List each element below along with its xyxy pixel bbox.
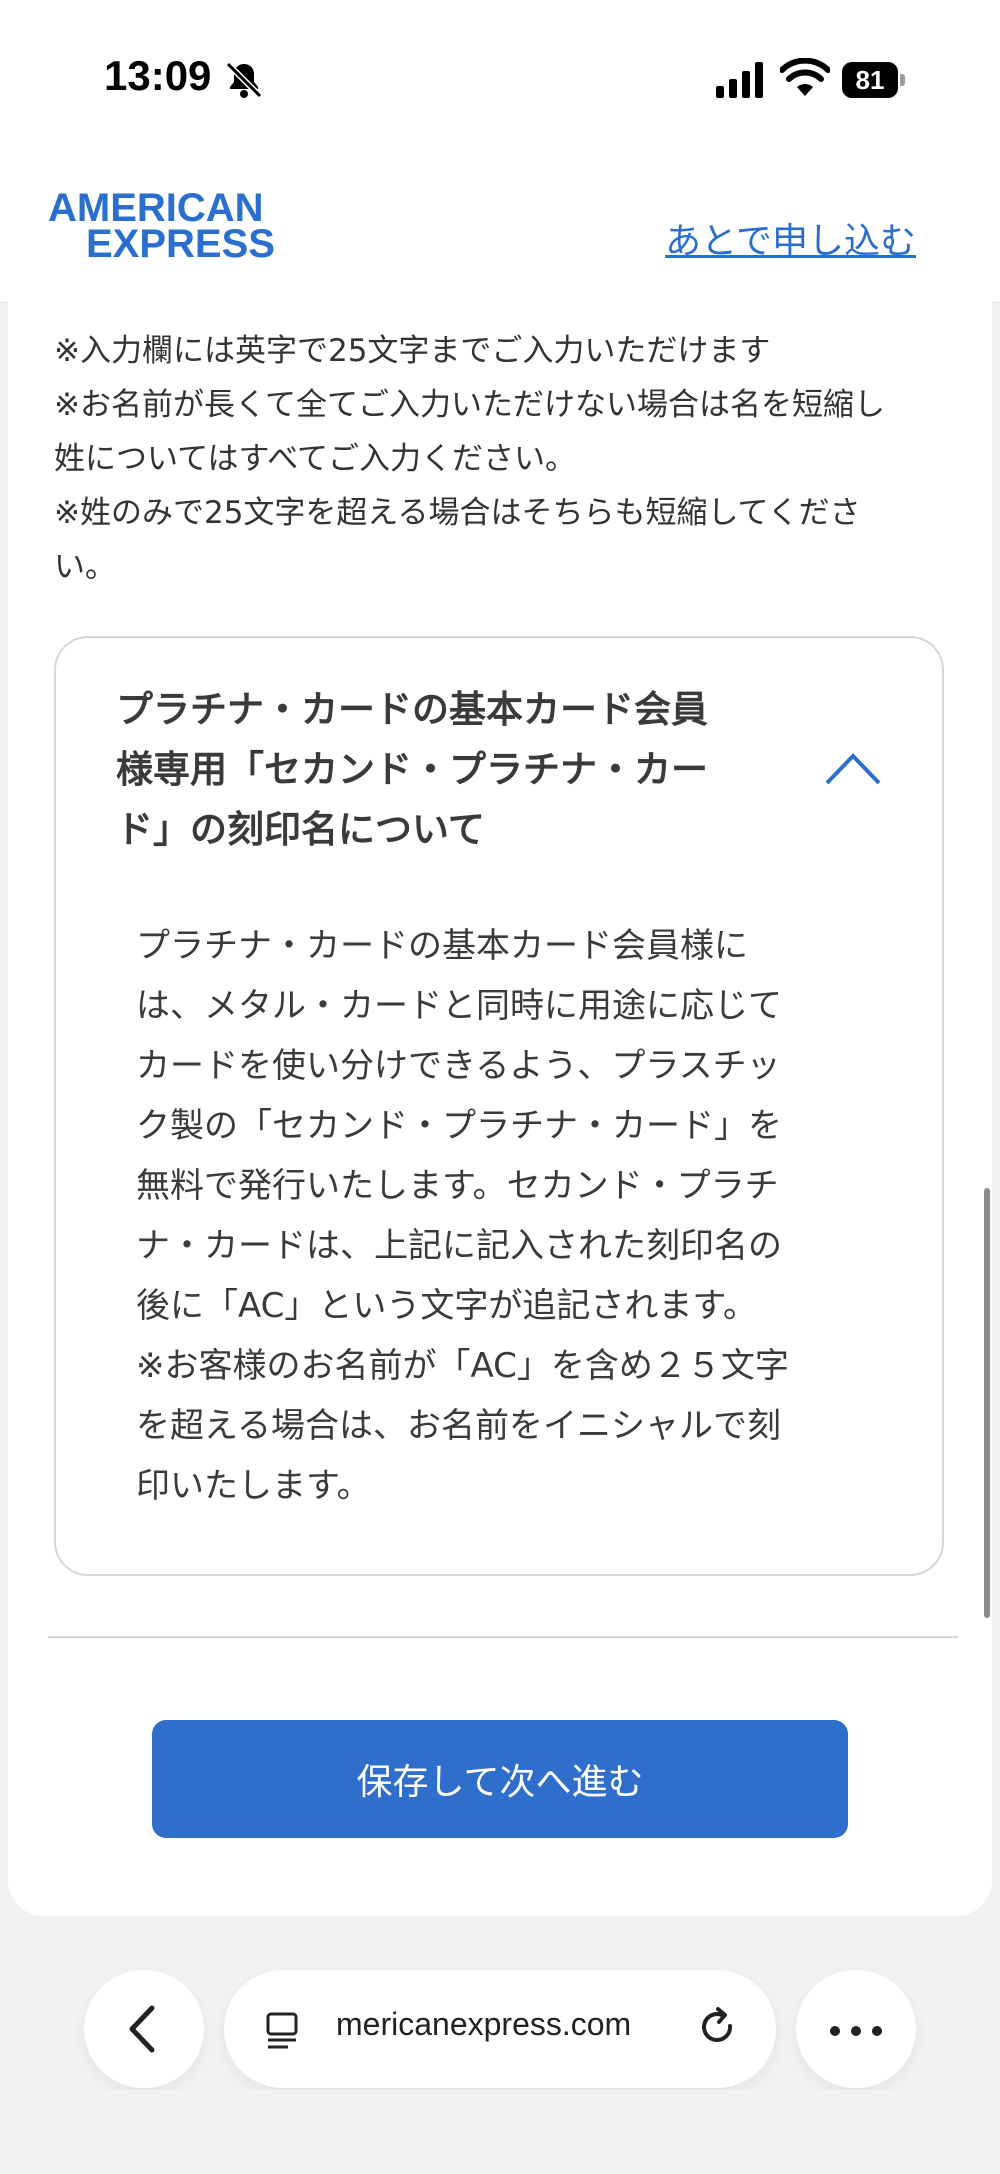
accordion-body-line: プラチナ・カードの基本カード会員様に xyxy=(136,926,748,966)
content-panel: ※入力欄には英字で25文字までご入力いただけます ※お名前が長くて全てご入力いた… xyxy=(8,302,992,1916)
address-bar[interactable]: mericanexpress.com xyxy=(224,1970,776,2088)
note-line: 姓についてはすべてご入力ください。 xyxy=(54,441,577,477)
accordion-header[interactable]: プラチナ・カードの基本カード会員 様専用「セカンド・プラチナ・カー ド」の刻印名… xyxy=(116,680,776,860)
logo-line-1: AMERICAN xyxy=(48,186,264,230)
wifi-icon xyxy=(780,58,830,96)
accordion-body-line: ナ・カードは、上記に記入された刻印名の xyxy=(136,1226,782,1266)
url-text: mericanexpress.com xyxy=(336,2006,632,2042)
accordion-body: プラチナ・カードの基本カード会員様に は、メタル・カードと同時に用途に応じて カ… xyxy=(136,916,856,1516)
more-icon xyxy=(830,2026,882,2036)
accordion-title-line: プラチナ・カードの基本カード会員 xyxy=(116,688,708,731)
accordion-body-line: を超える場合は、お名前をイニシャルで刻 xyxy=(136,1406,781,1446)
accordion-body-line: カードを使い分けできるよう、プラスチッ xyxy=(136,1046,781,1086)
battery-level: 81 xyxy=(842,62,898,98)
second-platinum-accordion: プラチナ・カードの基本カード会員 様専用「セカンド・プラチナ・カー ド」の刻印名… xyxy=(54,636,944,1576)
apply-later-link[interactable]: あとで申し込む xyxy=(665,212,916,264)
note-line: ※入力欄には英字で25文字までご入力いただけます xyxy=(54,333,771,369)
note-line: ※姓のみで25文字を超える場合はそちらも短縮してくださ xyxy=(54,495,861,531)
home-area xyxy=(0,2090,1000,2174)
accordion-body-line: 印いたします。 xyxy=(136,1466,371,1506)
accordion-body-line: ※お客様のお名前が「AC」を含め２５文字 xyxy=(136,1346,789,1386)
status-time: 13:09 xyxy=(104,52,212,99)
more-button[interactable] xyxy=(796,1970,916,2088)
battery-icon: 81 xyxy=(842,62,905,98)
app-header: AMERICAN EXPRESS あとで申し込む xyxy=(0,150,1000,303)
accordion-body-line: 後に「AC」という文字が追記されます。 xyxy=(136,1286,758,1326)
status-bar: 13:09 81 xyxy=(0,0,1000,150)
reader-icon xyxy=(266,2012,298,2049)
logo-line-2: EXPRESS xyxy=(86,222,275,266)
note-line: い。 xyxy=(54,549,116,585)
scrollbar[interactable] xyxy=(984,1188,990,1618)
accordion-body-line: ク製の「セカンド・プラチナ・カード」を xyxy=(136,1106,782,1146)
signal-icon xyxy=(716,62,763,98)
chevron-left-icon xyxy=(129,2005,155,2053)
accordion-title-line: ド」の刻印名について xyxy=(116,808,485,851)
battery-tip xyxy=(900,74,905,86)
divider xyxy=(48,1636,958,1638)
bell-slash-icon xyxy=(225,61,263,99)
accordion-title-line: 様専用「セカンド・プラチナ・カー xyxy=(116,748,708,791)
name-input-notes: ※入力欄には英字で25文字までご入力いただけます ※お名前が長くて全てご入力いた… xyxy=(54,324,944,594)
chevron-up-icon[interactable] xyxy=(824,750,882,786)
save-and-next-button[interactable]: 保存して次へ進む xyxy=(152,1720,848,1838)
accordion-body-line: 無料で発行いたします。セカンド・プラチ xyxy=(136,1166,779,1206)
back-button[interactable] xyxy=(84,1970,204,2088)
note-line: ※お名前が長くて全てご入力いただけない場合は名を短縮し xyxy=(54,387,886,423)
browser-toolbar: mericanexpress.com xyxy=(0,1970,1000,2090)
reload-icon[interactable] xyxy=(694,2004,742,2052)
accordion-body-line: は、メタル・カードと同時に用途に応じて xyxy=(136,986,782,1026)
amex-logo: AMERICAN EXPRESS xyxy=(48,186,275,266)
